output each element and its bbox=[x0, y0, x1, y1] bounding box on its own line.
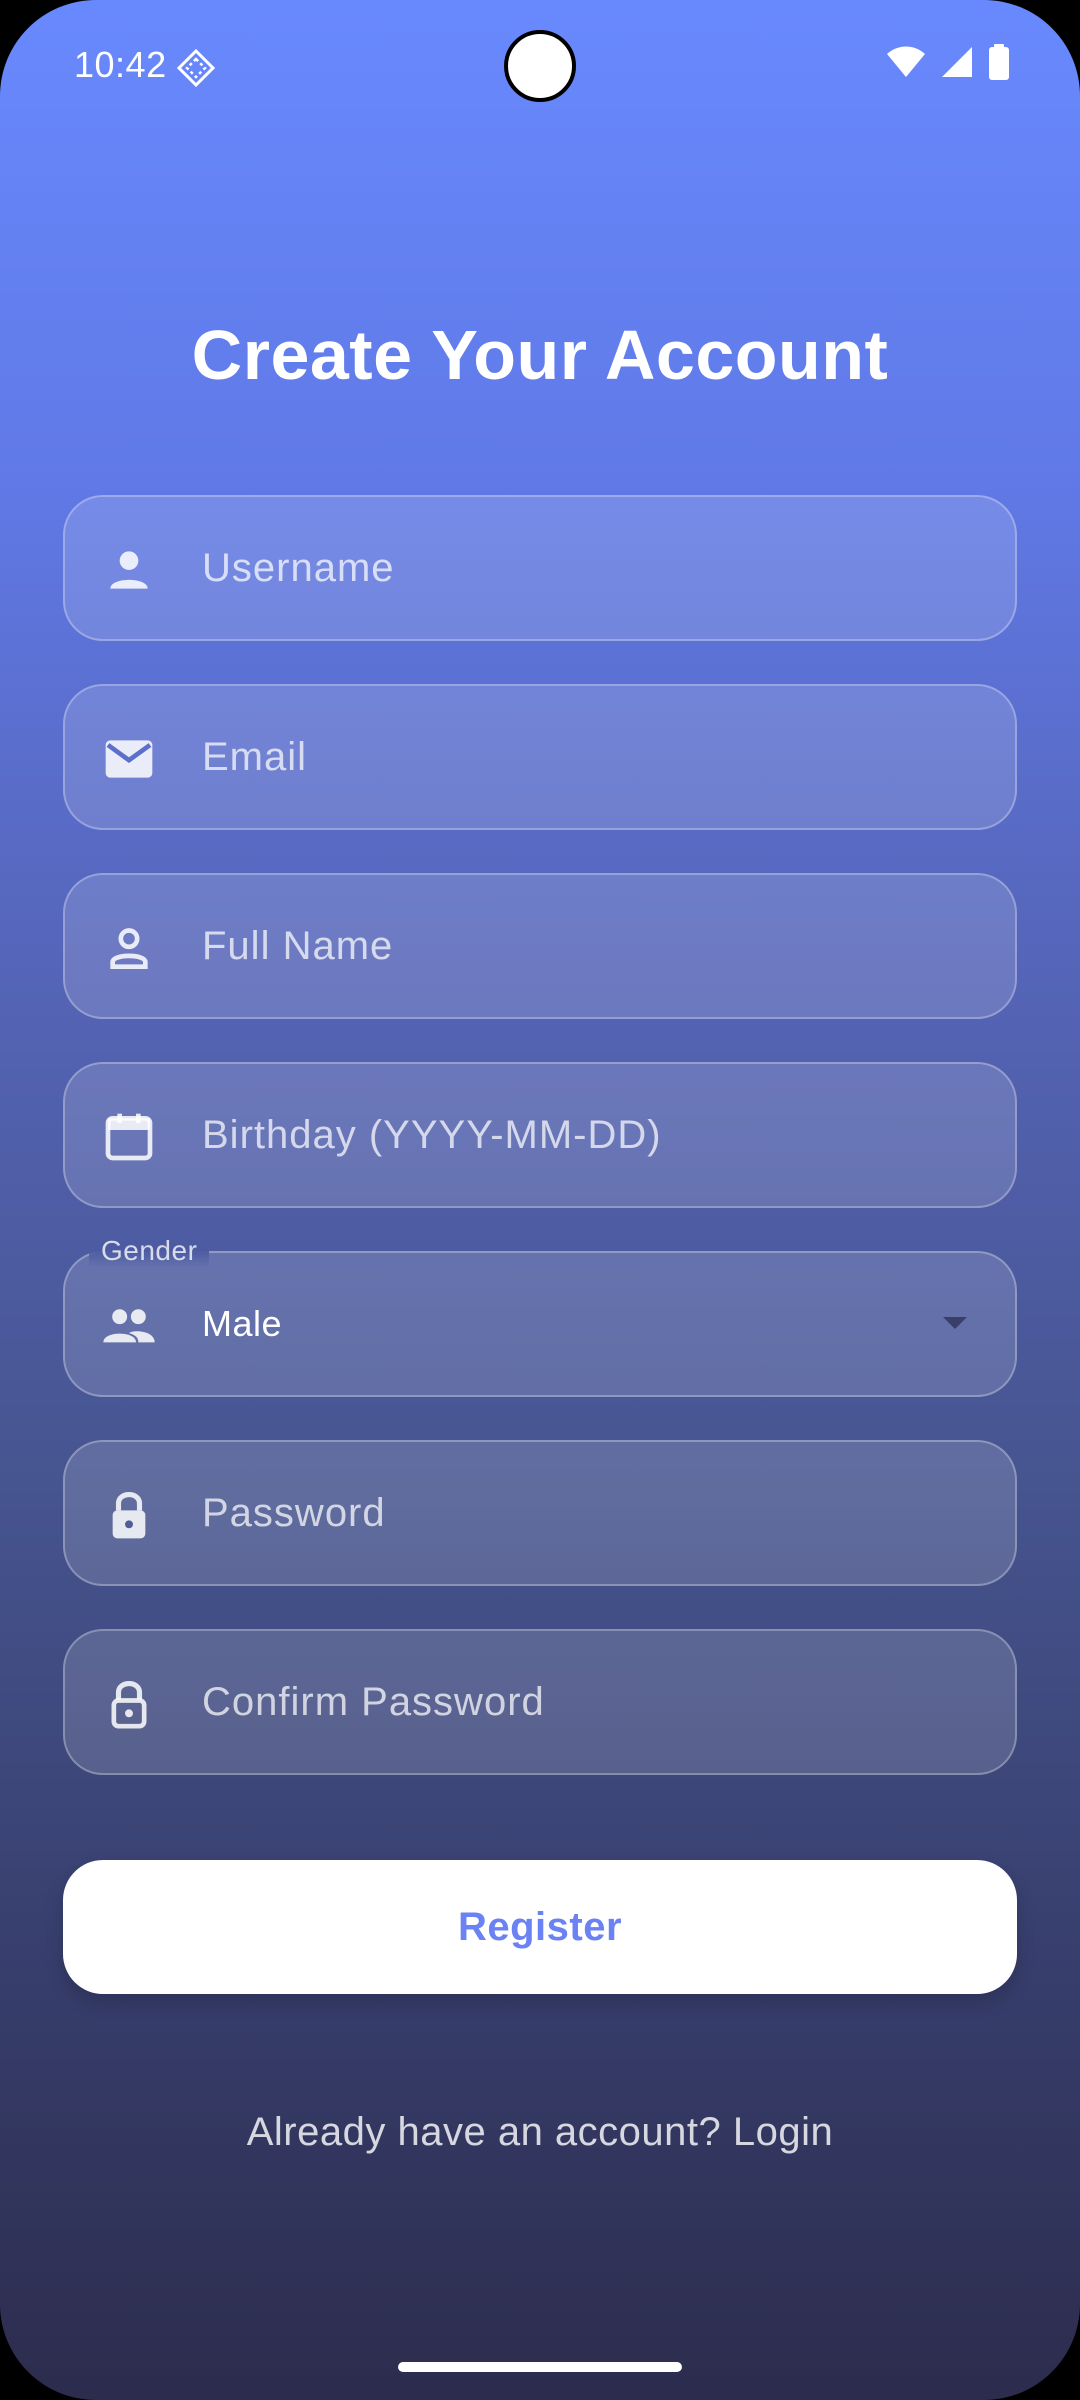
email-field[interactable] bbox=[63, 684, 1017, 830]
person-outline-icon bbox=[101, 920, 157, 976]
status-time: 10:42 bbox=[74, 44, 167, 85]
confirm-password-field[interactable] bbox=[63, 1629, 1017, 1775]
full-name-field[interactable] bbox=[63, 873, 1017, 1019]
birthday-field[interactable] bbox=[63, 1062, 1017, 1208]
app-screen: 10:42 Create Your Account Username Email… bbox=[0, 0, 1080, 2400]
person-icon bbox=[101, 542, 157, 598]
wifi-icon bbox=[886, 45, 926, 79]
username-field[interactable] bbox=[63, 495, 1017, 641]
birthday-input[interactable] bbox=[202, 1064, 982, 1206]
confirm-password-input[interactable] bbox=[202, 1631, 982, 1773]
register-button[interactable]: Register bbox=[63, 1860, 1017, 1994]
calendar-icon bbox=[101, 1109, 157, 1165]
status-bar: 10:42 bbox=[0, 0, 1080, 130]
camera-cutout bbox=[504, 30, 576, 102]
cell-signal-icon bbox=[940, 45, 974, 79]
gender-value: Male bbox=[202, 1303, 283, 1344]
home-indicator[interactable] bbox=[398, 2362, 682, 2372]
email-input[interactable] bbox=[202, 686, 982, 828]
full-name-input[interactable] bbox=[202, 875, 982, 1017]
gender-select[interactable]: Gender Male bbox=[63, 1235, 1017, 1397]
password-field[interactable] bbox=[63, 1440, 1017, 1586]
notification-diamond-icon bbox=[176, 48, 216, 88]
username-input[interactable] bbox=[202, 497, 982, 639]
page-title: Create Your Account bbox=[191, 316, 889, 394]
status-icons bbox=[886, 44, 1010, 80]
lock-outline-icon bbox=[101, 1676, 157, 1732]
login-link[interactable]: Already have an account? Login bbox=[0, 2110, 1080, 2155]
gender-label: Gender bbox=[89, 1235, 210, 1267]
dropdown-arrow-icon[interactable] bbox=[943, 1317, 967, 1329]
battery-icon bbox=[988, 44, 1010, 80]
password-input[interactable] bbox=[202, 1442, 982, 1584]
mail-icon bbox=[101, 731, 157, 787]
lock-icon bbox=[101, 1487, 157, 1543]
people-icon bbox=[101, 1298, 157, 1354]
